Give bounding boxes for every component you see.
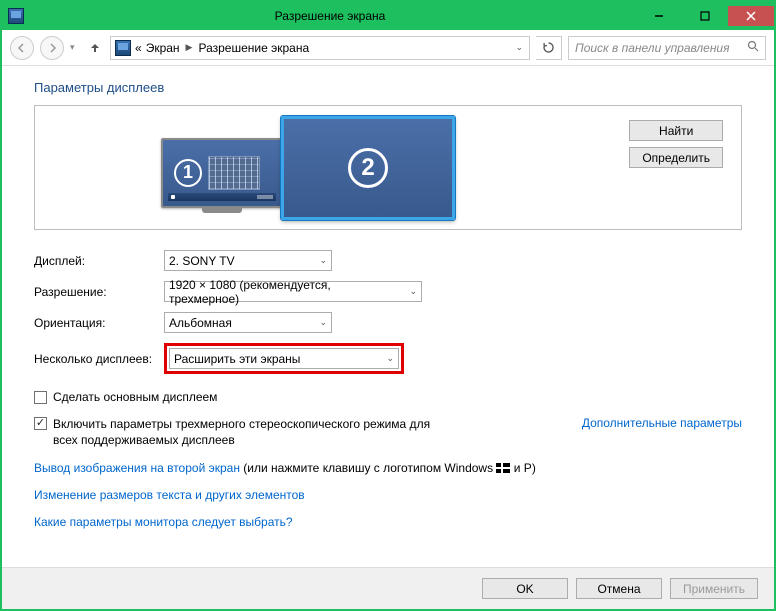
orientation-value: Альбомная: [169, 316, 232, 330]
monitor-1-taskbar: [168, 193, 276, 201]
refresh-button[interactable]: [536, 36, 562, 60]
make-main-label: Сделать основным дисплеем: [53, 390, 217, 404]
resolution-select[interactable]: 1920 × 1080 (рекомендуется, трехмерное) …: [164, 281, 422, 302]
minimize-button[interactable]: [636, 6, 682, 26]
detect-button[interactable]: Определить: [629, 147, 723, 168]
orientation-label: Ориентация:: [34, 316, 164, 330]
maximize-button[interactable]: [682, 6, 728, 26]
multi-display-select[interactable]: Расширить эти экраны ⌄: [169, 348, 399, 369]
text-size-link[interactable]: Изменение размеров текста и других элеме…: [34, 488, 305, 502]
stereo-checkbox[interactable]: [34, 417, 47, 430]
close-button[interactable]: [728, 6, 774, 26]
resolution-label: Разрешение:: [34, 285, 164, 299]
location-icon: [115, 40, 131, 56]
display-preview-area[interactable]: 1 2: [35, 106, 581, 229]
cancel-button[interactable]: Отмена: [576, 578, 662, 599]
window-controls: [636, 6, 774, 26]
back-button[interactable]: [10, 36, 34, 60]
chevron-right-icon: ▶: [184, 42, 195, 53]
chevron-down-icon[interactable]: ⌄: [513, 42, 525, 53]
multi-display-label: Несколько дисплеев:: [34, 352, 164, 366]
toolbar: ▾ « Экран ▶ Разрешение экрана ⌄ Поиск в …: [2, 30, 774, 66]
project-text2: и P): [510, 461, 535, 475]
content-area: Параметры дисплеев 1 2: [2, 66, 774, 567]
project-text: (или нажмите клавишу с логотипом Windows: [240, 461, 496, 475]
chevron-down-icon: ⌄: [319, 255, 327, 266]
up-button[interactable]: [86, 39, 104, 57]
display-select[interactable]: 2. SONY TV ⌄: [164, 250, 332, 271]
project-line: Вывод изображения на второй экран (или н…: [34, 460, 742, 477]
apply-button[interactable]: Применить: [670, 578, 758, 599]
advanced-settings-link[interactable]: Дополнительные параметры: [582, 416, 742, 430]
address-bar[interactable]: « Экран ▶ Разрешение экрана ⌄: [110, 36, 530, 60]
forward-button[interactable]: [40, 36, 64, 60]
resolution-value: 1920 × 1080 (рекомендуется, трехмерное): [169, 278, 401, 306]
ok-button[interactable]: OK: [482, 578, 568, 599]
breadcrumb-item[interactable]: Разрешение экрана: [198, 41, 309, 55]
search-icon: [747, 40, 759, 55]
chevron-down-icon: ⌄: [409, 286, 417, 297]
app-icon: [8, 8, 24, 24]
make-main-checkbox[interactable]: [34, 391, 47, 404]
page-title: Параметры дисплеев: [34, 80, 742, 95]
chevron-down-icon: ⌄: [386, 353, 394, 364]
history-dropdown[interactable]: ▾: [70, 42, 80, 53]
multi-display-value: Расширить эти экраны: [174, 352, 300, 366]
monitor-2-number: 2: [348, 148, 388, 188]
monitor-2-selected[interactable]: 2: [283, 116, 455, 220]
highlight-annotation: Расширить эти экраны ⌄: [164, 343, 404, 374]
display-value: 2. SONY TV: [169, 254, 235, 268]
dialog-footer: OK Отмена Применить: [2, 567, 774, 609]
orientation-select[interactable]: Альбомная ⌄: [164, 312, 332, 333]
windows-key-icon: [496, 463, 510, 475]
search-placeholder: Поиск в панели управления: [575, 41, 730, 55]
monitor-1[interactable]: 1: [161, 138, 283, 208]
window-title: Разрешение экрана: [24, 9, 636, 23]
titlebar: Разрешение экрана: [2, 2, 774, 30]
breadcrumb-prefix: «: [135, 41, 142, 55]
find-button[interactable]: Найти: [629, 120, 723, 141]
stereo-label: Включить параметры трехмерного стереоско…: [53, 416, 433, 448]
breadcrumb-item[interactable]: Экран: [146, 41, 180, 55]
monitor-1-thumbnail: [208, 156, 260, 190]
window: Разрешение экрана ▾ « Экран ▶ Разрешение…: [0, 0, 776, 611]
monitor-1-number: 1: [174, 159, 202, 187]
search-input[interactable]: Поиск в панели управления: [568, 36, 766, 60]
display-label: Дисплей:: [34, 254, 164, 268]
display-arrangement-box: 1 2 Найти Определить: [34, 105, 742, 230]
which-monitor-link[interactable]: Какие параметры монитора следует выбрать…: [34, 515, 293, 529]
chevron-down-icon: ⌄: [319, 317, 327, 328]
project-link[interactable]: Вывод изображения на второй экран: [34, 461, 240, 475]
